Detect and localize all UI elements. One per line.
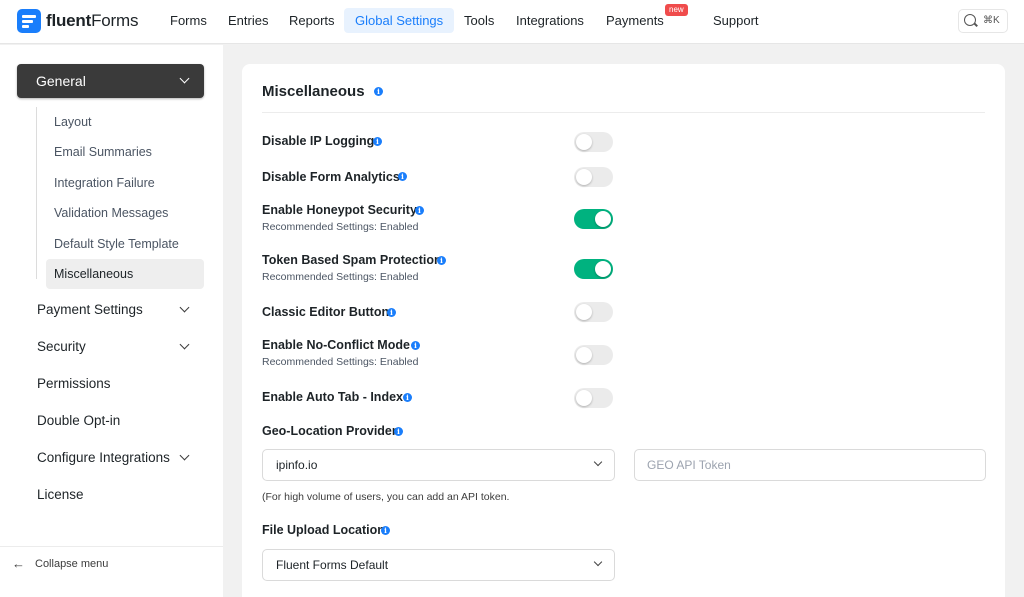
chevron-down-icon bbox=[179, 73, 190, 84]
sidebar-item-double-opt-in[interactable]: Double Opt-in bbox=[37, 413, 204, 428]
search-button[interactable]: ⌘K bbox=[958, 9, 1008, 33]
nav-global-settings[interactable]: Global Settings bbox=[344, 8, 455, 33]
submenu-guide-line bbox=[36, 107, 37, 279]
setting-recommendation: Recommended Settings: Enabled bbox=[262, 221, 419, 233]
settings-sidebar: General Layout Email Summaries Integrati… bbox=[0, 45, 223, 597]
sidebar-item-email-summaries[interactable]: Email Summaries bbox=[46, 137, 204, 167]
collapse-menu-button[interactable]: ← Collapse menu bbox=[0, 546, 223, 584]
logo-text: fluentForms bbox=[46, 11, 139, 30]
arrow-left-icon: ← bbox=[12, 556, 25, 571]
geo-location-provider-label: Geo-Location Provider bbox=[262, 424, 397, 438]
geo-location-provider-select[interactable]: ipinfo.io bbox=[262, 449, 615, 481]
sidebar-item-permissions[interactable]: Permissions bbox=[37, 376, 204, 391]
chevron-down-icon bbox=[593, 557, 603, 567]
collapse-menu-label: Collapse menu bbox=[35, 558, 109, 570]
chevron-down-icon bbox=[179, 450, 190, 461]
nav-reports[interactable]: Reports bbox=[278, 8, 346, 33]
toggle-enable-auto-tab-index[interactable] bbox=[574, 388, 613, 408]
sidebar-item-payment-settings[interactable]: Payment Settings bbox=[37, 302, 204, 317]
chevron-down-icon bbox=[593, 457, 603, 467]
sidebar-item-label: Configure Integrations bbox=[37, 450, 170, 465]
toggle-knob bbox=[576, 347, 592, 363]
nav-integrations[interactable]: Integrations bbox=[505, 8, 595, 33]
toggle-knob bbox=[595, 261, 611, 277]
toggle-disable-ip-logging[interactable] bbox=[574, 132, 613, 152]
nav-entries[interactable]: Entries bbox=[217, 8, 279, 33]
setting-label-disable-form-analytics: Disable Form Analytics bbox=[262, 170, 400, 184]
toggle-classic-editor-button[interactable] bbox=[574, 302, 613, 322]
toggle-knob bbox=[576, 304, 592, 320]
fluent-forms-logo-icon bbox=[17, 9, 41, 33]
nav-support[interactable]: Support bbox=[702, 8, 770, 33]
toggle-knob bbox=[576, 169, 592, 185]
sidebar-item-miscellaneous[interactable]: Miscellaneous bbox=[46, 259, 204, 289]
sidebar-item-label: Payment Settings bbox=[37, 302, 143, 317]
geo-api-token-input[interactable] bbox=[634, 449, 986, 481]
info-icon[interactable]: i bbox=[415, 206, 424, 215]
setting-label-enable-no-conflict-mode: Enable No-Conflict Mode bbox=[262, 338, 410, 352]
file-upload-location-select[interactable]: Fluent Forms Default bbox=[262, 549, 615, 581]
sidebar-section-label: General bbox=[36, 73, 86, 89]
sidebar-item-integration-failure[interactable]: Integration Failure bbox=[46, 168, 204, 198]
toggle-enable-honeypot-security[interactable] bbox=[574, 209, 613, 229]
sidebar-item-layout[interactable]: Layout bbox=[46, 107, 204, 137]
info-icon[interactable]: i bbox=[394, 427, 403, 436]
setting-label-token-based-spam-protection: Token Based Spam Protection bbox=[262, 253, 442, 267]
select-value: ipinfo.io bbox=[276, 458, 318, 472]
geo-api-token-help: (For high volume of users, you can add a… bbox=[262, 491, 510, 503]
fluent-forms-logo[interactable]: fluentForms bbox=[17, 9, 138, 33]
sidebar-item-configure-integrations[interactable]: Configure Integrations bbox=[37, 450, 204, 465]
toggle-knob bbox=[576, 134, 592, 150]
info-icon[interactable]: i bbox=[437, 256, 446, 265]
setting-recommendation: Recommended Settings: Enabled bbox=[262, 356, 419, 368]
search-icon bbox=[964, 14, 976, 26]
toggle-disable-form-analytics[interactable] bbox=[574, 167, 613, 187]
info-icon[interactable]: i bbox=[398, 172, 407, 181]
sidebar-item-label: Double Opt-in bbox=[37, 413, 121, 428]
sidebar-item-default-style-template[interactable]: Default Style Template bbox=[46, 229, 204, 259]
info-icon[interactable]: i bbox=[387, 308, 396, 317]
info-icon[interactable]: i bbox=[411, 341, 420, 350]
sidebar-item-license[interactable]: License bbox=[37, 487, 204, 502]
sidebar-item-label: Security bbox=[37, 339, 86, 354]
nav-payments[interactable]: Payments bbox=[595, 8, 675, 33]
info-icon[interactable]: i bbox=[374, 87, 383, 96]
nav-forms[interactable]: Forms bbox=[159, 8, 218, 33]
setting-label-classic-editor-button: Classic Editor Button bbox=[262, 305, 390, 319]
toggle-token-based-spam-protection[interactable] bbox=[574, 259, 613, 279]
nav-tools[interactable]: Tools bbox=[453, 8, 505, 33]
info-icon[interactable]: i bbox=[381, 526, 390, 535]
setting-label-enable-honeypot-security: Enable Honeypot Security bbox=[262, 203, 417, 217]
miscellaneous-settings-card: Miscellaneous i Disable IP Logging i Dis… bbox=[242, 64, 1005, 597]
setting-label-enable-auto-tab-index: Enable Auto Tab - Index bbox=[262, 390, 403, 404]
info-icon[interactable]: i bbox=[403, 393, 412, 402]
new-badge: new bbox=[665, 4, 688, 16]
toggle-enable-no-conflict-mode[interactable] bbox=[574, 345, 613, 365]
setting-label-disable-ip-logging: Disable IP Logging bbox=[262, 134, 375, 148]
top-navigation: fluentForms Forms Entries Reports Global… bbox=[0, 0, 1024, 44]
select-value: Fluent Forms Default bbox=[276, 558, 389, 572]
sidebar-item-security[interactable]: Security bbox=[37, 339, 204, 354]
sidebar-item-label: License bbox=[37, 487, 84, 502]
toggle-knob bbox=[595, 211, 611, 227]
sidebar-item-label: Permissions bbox=[37, 376, 111, 391]
file-upload-location-label: File Upload Location bbox=[262, 523, 385, 537]
info-icon[interactable]: i bbox=[373, 137, 382, 146]
toggle-knob bbox=[576, 390, 592, 406]
search-shortcut: ⌘K bbox=[983, 15, 1000, 26]
sidebar-section-general[interactable]: General bbox=[17, 64, 204, 98]
sidebar-item-validation-messages[interactable]: Validation Messages bbox=[46, 198, 204, 228]
chevron-down-icon bbox=[179, 339, 190, 350]
chevron-down-icon bbox=[179, 302, 190, 313]
setting-recommendation: Recommended Settings: Enabled bbox=[262, 271, 419, 283]
page-title: Miscellaneous bbox=[262, 83, 365, 100]
divider bbox=[262, 112, 985, 113]
